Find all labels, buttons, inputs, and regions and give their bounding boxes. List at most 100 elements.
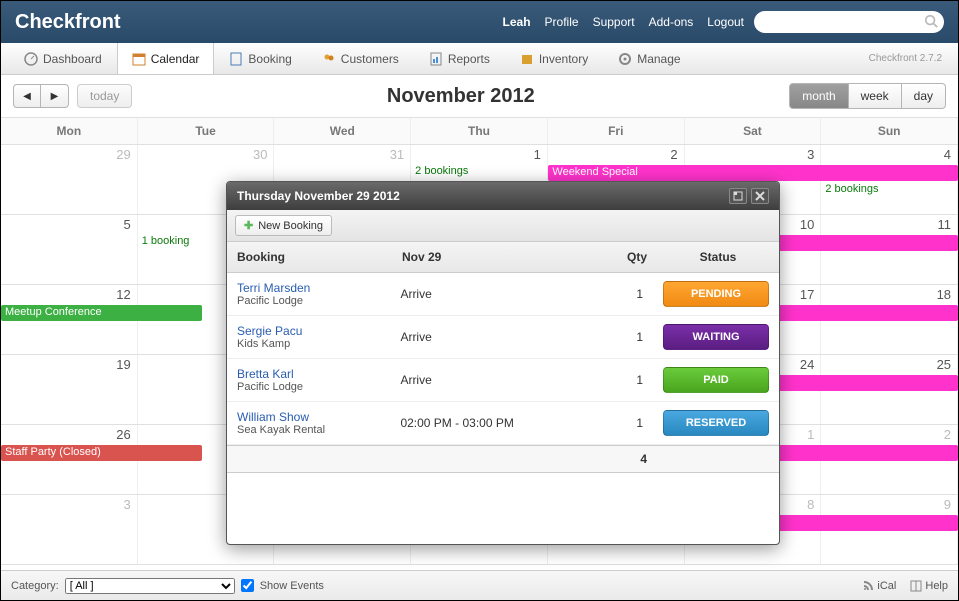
day-number: 17	[800, 287, 814, 302]
dashboard-icon	[24, 52, 38, 66]
nav-addons[interactable]: Add-ons	[649, 15, 694, 29]
ical-link[interactable]: iCal	[862, 580, 896, 592]
dialog-title: Thursday November 29 2012	[237, 189, 400, 203]
day-number: 19	[116, 357, 130, 372]
dialog-expand-button[interactable]	[729, 188, 747, 204]
app-version: Checkfront 2.7.2	[869, 43, 950, 74]
search-icon	[924, 14, 938, 28]
status-badge[interactable]: WAITING	[663, 324, 769, 350]
booking-sub: Sea Kayak Rental	[237, 424, 380, 436]
booking-count-link[interactable]: 1 booking	[142, 235, 190, 247]
menu-manage-label: Manage	[637, 52, 680, 66]
status-badge[interactable]: PAID	[663, 367, 769, 393]
booking-row: Terri MarsdenPacific Lodge Arrive1 PENDING	[227, 273, 779, 316]
day-number: 12	[116, 287, 130, 302]
booking-sub: Pacific Lodge	[237, 295, 380, 307]
nav-profile[interactable]: Profile	[545, 15, 579, 29]
nav-support[interactable]: Support	[593, 15, 635, 29]
booking-row: Sergie PacuKids KampArrive1WAITING	[227, 316, 779, 359]
booking-qty: 1	[603, 279, 653, 309]
user-name[interactable]: Leah	[503, 15, 531, 29]
category-select[interactable]: [ All ]	[65, 578, 235, 594]
day-number: 4	[944, 147, 951, 162]
day-number: 1	[534, 147, 541, 162]
event-staff-party[interactable]: Staff Party (Closed)	[1, 445, 202, 461]
day-detail-dialog: Thursday November 29 2012 ✚ New Booking …	[226, 181, 780, 545]
booking-name-link[interactable]: William Show	[237, 410, 380, 424]
booking-name-link[interactable]: Sergie Pacu	[237, 324, 380, 338]
show-events-label: Show Events	[260, 580, 324, 592]
app-logo: Checkfront	[15, 11, 503, 34]
col-booking-header: Booking	[227, 242, 392, 272]
booking-count-link[interactable]: 2 bookings	[825, 183, 878, 195]
new-booking-button[interactable]: ✚ New Booking	[235, 215, 332, 236]
day-number: 25	[937, 357, 951, 372]
col-date-header: Nov 29	[392, 242, 607, 272]
customers-icon	[322, 52, 336, 66]
day-number: 29	[116, 147, 130, 162]
menu-reports-label: Reports	[448, 52, 490, 66]
qty-total: 4	[607, 446, 657, 472]
prev-button[interactable]: ◀	[13, 84, 41, 108]
next-button[interactable]: ▶	[41, 84, 69, 108]
show-events-checkbox[interactable]	[241, 579, 254, 592]
booking-date: 02:00 PM - 03:00 PM	[390, 408, 603, 438]
booking-sub: Kids Kamp	[237, 338, 380, 350]
menu-customers[interactable]: Customers	[307, 43, 414, 74]
day-number: 9	[944, 497, 951, 512]
booking-name-link[interactable]: Bretta Karl	[237, 367, 380, 381]
booking-row: William ShowSea Kayak Rental 02:00 PM - 0…	[227, 402, 779, 445]
day-number: 11	[938, 217, 952, 232]
view-week-button[interactable]: week	[849, 83, 902, 109]
dow-fri: Fri	[548, 118, 685, 144]
day-number: 1	[807, 427, 814, 442]
menu-calendar[interactable]: Calendar	[117, 43, 215, 74]
menu-booking-label: Booking	[248, 52, 291, 66]
booking-icon	[229, 52, 243, 66]
menu-booking[interactable]: Booking	[214, 43, 306, 74]
today-button[interactable]: today	[77, 84, 132, 108]
status-badge[interactable]: PENDING	[663, 281, 769, 307]
booking-sub: Pacific Lodge	[237, 381, 380, 393]
calendar-day[interactable]: 29	[1, 145, 138, 214]
view-month-button[interactable]: month	[789, 83, 848, 109]
dow-wed: Wed	[274, 118, 411, 144]
booking-name-link[interactable]: Terri Marsden	[237, 281, 380, 295]
calendar-day[interactable]: 19	[1, 355, 138, 424]
book-icon	[910, 580, 922, 592]
dow-sat: Sat	[685, 118, 822, 144]
calendar-day[interactable]: 3	[1, 495, 138, 564]
category-label: Category:	[11, 580, 59, 592]
view-day-button[interactable]: day	[902, 83, 946, 109]
event-meetup[interactable]: Meetup Conference	[1, 305, 202, 321]
menu-reports[interactable]: Reports	[414, 43, 505, 74]
day-number: 2	[670, 147, 677, 162]
menu-calendar-label: Calendar	[151, 52, 200, 66]
menu-inventory[interactable]: Inventory	[505, 43, 603, 74]
dow-sun: Sun	[821, 118, 958, 144]
menu-manage[interactable]: Manage	[603, 43, 695, 74]
search-input[interactable]	[754, 11, 944, 33]
nav-logout[interactable]: Logout	[707, 15, 744, 29]
calendar-day[interactable]: 5	[1, 215, 138, 284]
booking-date: Arrive	[390, 365, 603, 395]
menu-dashboard-label: Dashboard	[43, 52, 102, 66]
reports-icon	[429, 52, 443, 66]
dialog-close-button[interactable]	[751, 188, 769, 204]
menu-inventory-label: Inventory	[539, 52, 588, 66]
help-link[interactable]: Help	[910, 580, 948, 592]
day-number: 31	[390, 147, 404, 162]
expand-icon	[733, 191, 743, 201]
day-number: 30	[253, 147, 267, 162]
dow-tue: Tue	[138, 118, 275, 144]
menu-dashboard[interactable]: Dashboard	[9, 43, 117, 74]
col-status-header: Status	[657, 242, 779, 272]
event-weekend-special[interactable]: Weekend Special	[548, 165, 958, 181]
status-badge[interactable]: RESERVED	[663, 410, 769, 436]
day-number: 24	[800, 357, 814, 372]
booking-count-link[interactable]: 2 bookings	[415, 165, 468, 177]
calendar-title: November 2012	[132, 85, 789, 108]
day-number: 5	[123, 217, 130, 232]
booking-date: Arrive	[390, 279, 603, 309]
inventory-icon	[520, 52, 534, 66]
